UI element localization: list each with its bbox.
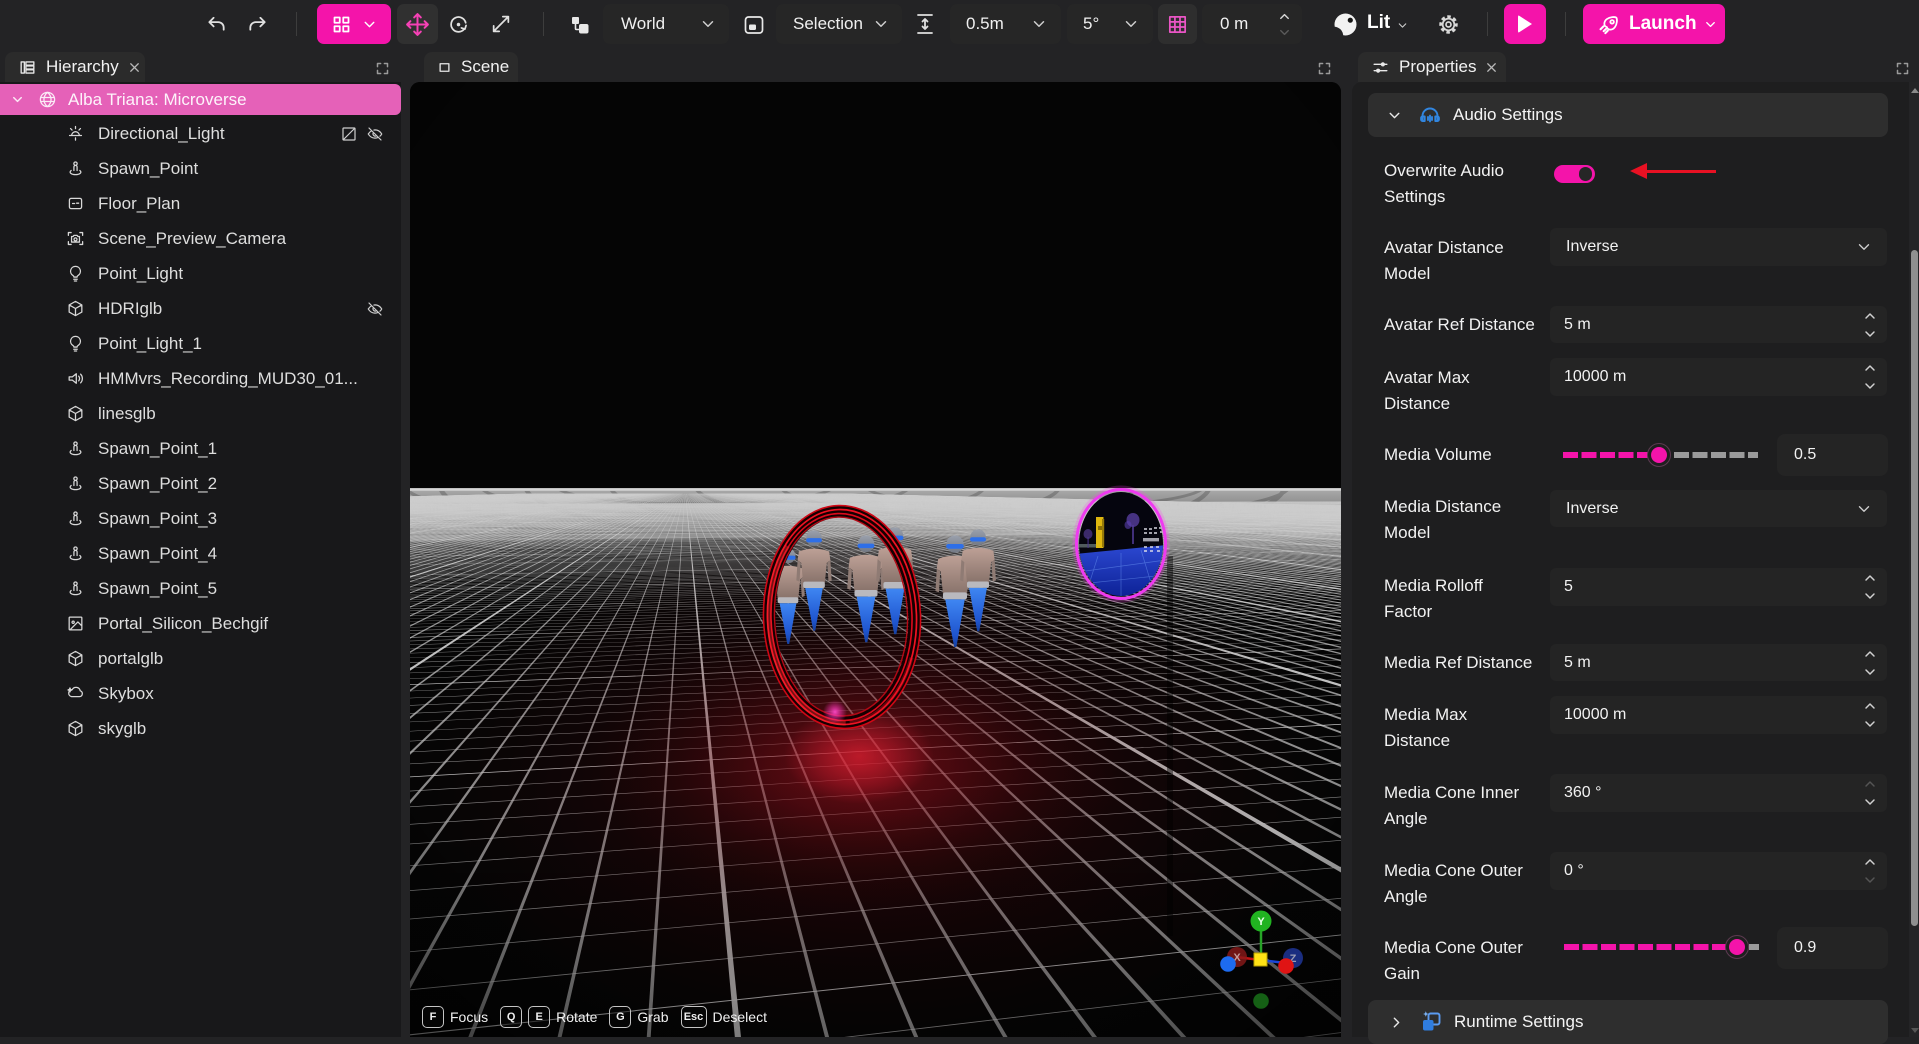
svg-text:Y: Y xyxy=(1257,916,1265,928)
